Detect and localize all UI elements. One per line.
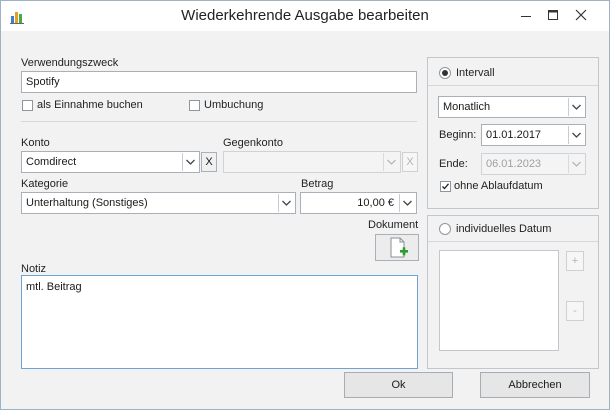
chevron-down-icon[interactable] — [568, 126, 584, 144]
betrag-value: 10,00 € — [357, 197, 394, 209]
individuell-radio[interactable] — [439, 223, 451, 235]
notiz-textarea[interactable]: mtl. Beitrag — [21, 275, 418, 369]
close-button[interactable] — [566, 1, 596, 31]
ohne-ablauf-label[interactable]: ohne Ablaufdatum — [454, 180, 543, 192]
konto-clear-button[interactable]: X — [201, 152, 217, 172]
dokument-button[interactable] — [375, 234, 419, 261]
interval-select[interactable]: Monatlich — [438, 96, 586, 118]
document-add-icon — [390, 237, 408, 258]
close-icon — [575, 9, 587, 21]
remove-date-button[interactable]: - — [566, 301, 584, 321]
beginn-date-picker[interactable]: 01.01.2017 — [481, 124, 586, 146]
group-divider — [428, 85, 598, 86]
umbuchung-label[interactable]: Umbuchung — [204, 99, 263, 111]
maximize-icon — [548, 10, 558, 20]
individuell-label[interactable]: individuelles Datum — [456, 223, 551, 235]
ende-label: Ende: — [439, 158, 468, 170]
verwendungszweck-label: Verwendungszweck — [21, 57, 119, 69]
ohne-ablauf-checkbox[interactable] — [440, 181, 451, 192]
intervall-label[interactable]: Intervall — [456, 67, 495, 79]
ende-date-picker[interactable]: 06.01.2023 — [481, 153, 586, 175]
kategorie-select[interactable]: Unterhaltung (Sonstiges) — [21, 192, 296, 214]
als-einnahme-checkbox[interactable] — [22, 100, 33, 111]
kategorie-value: Unterhaltung (Sonstiges) — [26, 197, 148, 209]
interval-value: Monatlich — [443, 101, 491, 113]
umbuchung-checkbox[interactable] — [189, 100, 200, 111]
kategorie-label: Kategorie — [21, 178, 69, 190]
intervall-radio[interactable] — [439, 67, 451, 79]
konto-label: Konto — [21, 137, 50, 149]
add-date-button[interactable]: + — [566, 251, 584, 271]
checkmark-icon — [442, 183, 449, 190]
notiz-label: Notiz — [21, 263, 47, 275]
title-bar: Wiederkehrende Ausgabe bearbeiten — [1, 1, 609, 31]
chevron-down-icon[interactable] — [182, 153, 198, 171]
notiz-value: mtl. Beitrag — [26, 281, 82, 293]
chevron-down-icon[interactable] — [278, 194, 294, 212]
chevron-down-icon[interactable] — [568, 155, 584, 173]
konto-value: Comdirect — [26, 156, 77, 168]
gegenkonto-label: Gegenkonto — [223, 137, 283, 149]
ende-value: 06.01.2023 — [486, 158, 542, 170]
verwendungszweck-input[interactable]: Spotify — [21, 71, 417, 93]
chevron-down-icon[interactable] — [399, 194, 415, 212]
minimize-button[interactable] — [511, 1, 541, 31]
betrag-label: Betrag — [301, 178, 334, 190]
maximize-button[interactable] — [538, 1, 568, 31]
beginn-label: Beginn: — [439, 129, 477, 141]
cancel-button[interactable]: Abbrechen — [480, 372, 590, 398]
chevron-down-icon[interactable] — [383, 153, 399, 171]
group-divider — [428, 241, 598, 242]
dialog-window: Wiederkehrende Ausgabe bearbeiten Verwen… — [0, 0, 610, 410]
betrag-input[interactable]: 10,00 € — [300, 192, 417, 214]
date-list[interactable] — [439, 250, 559, 351]
divider — [21, 121, 417, 122]
beginn-value: 01.01.2017 — [486, 129, 542, 141]
dokument-label: Dokument — [368, 219, 419, 231]
gegenkonto-clear-button[interactable]: X — [402, 152, 418, 172]
ok-button[interactable]: Ok — [344, 372, 453, 398]
als-einnahme-label[interactable]: als Einnahme buchen — [37, 99, 143, 111]
minimize-icon — [521, 16, 531, 17]
chevron-down-icon[interactable] — [568, 98, 584, 116]
gegenkonto-select[interactable] — [223, 151, 401, 173]
konto-select[interactable]: Comdirect — [21, 151, 200, 173]
